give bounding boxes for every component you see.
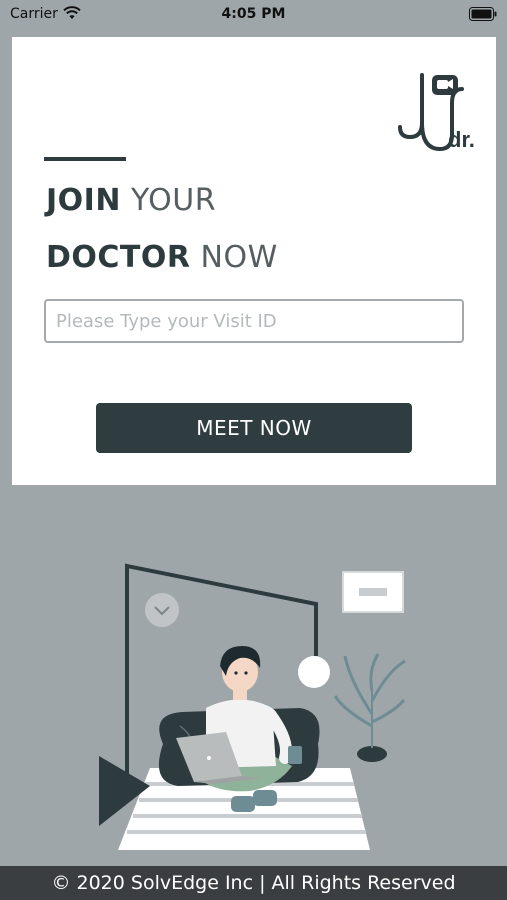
title-line-2: DOCTOR NOW (46, 240, 278, 275)
status-time: 4:05 PM (221, 6, 286, 22)
plant-icon (333, 653, 406, 762)
title-strong-1: JOIN (46, 183, 121, 218)
title-light-1: YOUR (130, 183, 217, 218)
join-card: dr. JOIN YOUR DOCTOR NOW MEET NOW (12, 37, 496, 485)
illustration (99, 563, 406, 850)
title-strong-2: DOCTOR (46, 240, 191, 275)
wall-clock-icon (145, 593, 179, 627)
title-light-2: NOW (200, 240, 278, 275)
battery-icon (469, 7, 497, 21)
jdr-logo: dr. (398, 73, 475, 152)
visit-id-input[interactable] (44, 299, 464, 343)
meet-now-button[interactable]: MEET NOW (96, 403, 412, 453)
footer: © 2020 SolvEdge Inc | All Rights Reserve… (0, 866, 507, 900)
accent-line (44, 157, 126, 161)
wall-frame (342, 571, 404, 613)
title-line-1: JOIN YOUR (46, 183, 216, 218)
logo-text: dr. (448, 127, 475, 152)
status-bar: Carrier 4:05 PM (0, 0, 507, 30)
